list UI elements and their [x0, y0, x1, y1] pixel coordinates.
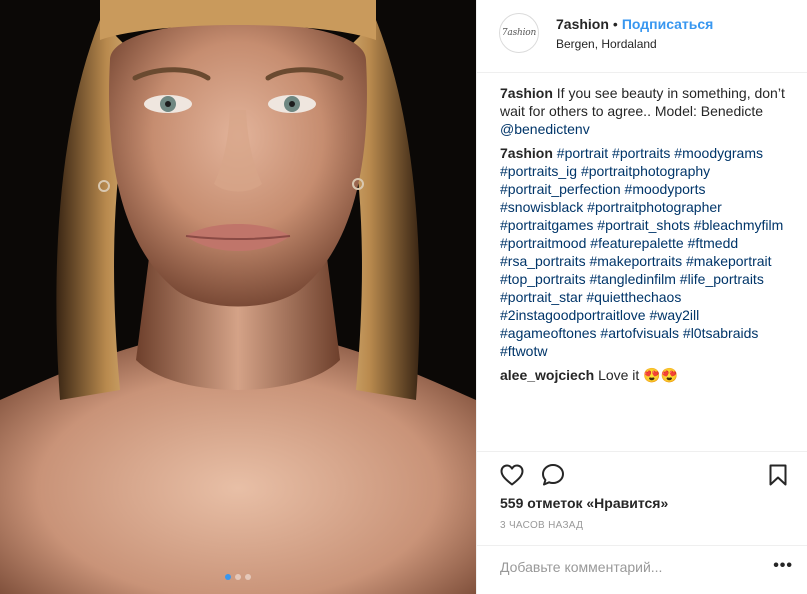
hashtag-link[interactable]: #portrait [557, 145, 608, 161]
save-button[interactable] [765, 462, 791, 488]
hashtag-link[interactable]: #moodyports [625, 181, 706, 197]
post-actions: 559 отметок «Нравится» 3 часов назад ••• [477, 451, 807, 592]
comment-input[interactable] [500, 559, 750, 575]
hashtags-comment: 7ashion #portrait #portraits #moodygrams… [500, 144, 791, 360]
hashtag-link[interactable]: #portraitgames [500, 217, 593, 233]
carousel-dot-active [225, 574, 231, 580]
caption-comment: 7ashion If you see beauty in something, … [500, 84, 791, 138]
separator-dot: • [612, 16, 618, 32]
instagram-post: 7ashion 7ashion • Подписаться Bergen, Hord… [0, 0, 807, 594]
hashtag-link[interactable]: #portrait_perfection [500, 181, 621, 197]
likes-count[interactable]: 559 отметок «Нравится» [500, 495, 668, 511]
hashtag-link[interactable]: #artofvisuals [600, 325, 679, 341]
more-options-button[interactable]: ••• [773, 557, 793, 575]
post-header: 7ashion 7ashion • Подписаться Bergen, Hord… [477, 0, 807, 73]
hashtag-link[interactable]: #snowisblack [500, 199, 583, 215]
hashtag-link[interactable]: #bleachmyfilm [694, 217, 783, 233]
hashtag-link[interactable]: #rsa_portraits [500, 253, 586, 269]
hashtag-link[interactable]: #makeportraits [589, 253, 682, 269]
hashtag-link[interactable]: #makeportrait [686, 253, 772, 269]
avatar-logo-text: 7ashion [501, 28, 537, 38]
mention-link[interactable]: @benedictenv [500, 121, 590, 137]
hashtag-link[interactable]: #portraitmood [500, 235, 586, 251]
comment-author[interactable]: 7ashion [500, 145, 553, 161]
hashtag-link[interactable]: #ftmedd [688, 235, 739, 251]
comment-author[interactable]: alee_wojciech [500, 367, 594, 383]
hashtag-link[interactable]: #top_portraits [500, 271, 586, 287]
hashtag-link[interactable]: #agameoftones [500, 325, 597, 341]
comment-button[interactable] [540, 462, 566, 488]
comment-text: Love it [598, 367, 640, 383]
username-link[interactable]: 7ashion [556, 16, 609, 32]
avatar[interactable]: 7ashion [499, 13, 539, 53]
heart-eyes-emoji: 😍😍 [643, 367, 679, 383]
comment-author[interactable]: 7ashion [500, 85, 553, 101]
hashtag-link[interactable]: #portraitphotography [581, 163, 710, 179]
post-side-panel: 7ashion 7ashion • Подписаться Bergen, Hord… [476, 0, 807, 594]
portrait-photo-image [0, 0, 476, 594]
location-link[interactable]: Bergen, Hordaland [556, 37, 657, 51]
header-line: 7ashion • Подписаться [556, 16, 713, 32]
carousel-dot [245, 574, 251, 580]
hashtag-link[interactable]: #2instagoodportraitlove [500, 307, 646, 323]
hashtag-link[interactable]: #moodygrams [674, 145, 763, 161]
follow-button[interactable]: Подписаться [622, 16, 714, 32]
post-timestamp[interactable]: 3 часов назад [500, 520, 583, 531]
carousel-indicator [0, 574, 476, 580]
bookmark-icon [769, 464, 787, 486]
hashtag-link[interactable]: #quietthechaos [586, 289, 681, 305]
like-button[interactable] [499, 462, 525, 488]
hashtag-link[interactable]: #portrait_shots [597, 217, 690, 233]
hashtag-link[interactable]: #ftwotw [500, 343, 547, 359]
carousel-dot [235, 574, 241, 580]
user-comment: alee_wojciech Love it 😍😍 [500, 366, 791, 384]
hashtag-link[interactable]: #l0tsabraids [683, 325, 759, 341]
hashtag-link[interactable]: #portraits_ig [500, 163, 577, 179]
comments-list: 7ashion If you see beauty in something, … [500, 84, 791, 390]
add-comment-bar: ••• [477, 545, 807, 593]
hashtag-link[interactable]: #way2ill [649, 307, 699, 323]
post-photo[interactable] [0, 0, 476, 594]
speech-bubble-icon [542, 464, 564, 486]
hashtag-link[interactable]: #portrait_star [500, 289, 582, 305]
hashtag-list: #portrait #portraits #moodygrams #portra… [500, 145, 783, 359]
hashtag-link[interactable]: #portraits [612, 145, 670, 161]
hashtag-link[interactable]: #life_portraits [680, 271, 764, 287]
hashtag-link[interactable]: #tangledinfilm [590, 271, 676, 287]
heart-icon [500, 464, 524, 486]
hashtag-link[interactable]: #featurepalette [590, 235, 683, 251]
hashtag-link[interactable]: #portraitphotographer [587, 199, 722, 215]
